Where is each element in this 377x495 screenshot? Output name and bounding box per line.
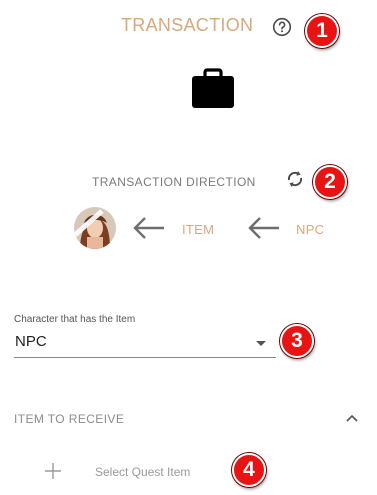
transaction-direction-label: TRANSACTION DIRECTION bbox=[92, 175, 256, 189]
select-quest-item-button[interactable]: Select Quest Item bbox=[95, 465, 190, 479]
callout-badge-2: 2 bbox=[313, 165, 347, 199]
page-title: TRANSACTION bbox=[121, 15, 254, 35]
briefcase-icon bbox=[192, 68, 234, 108]
avatar-image bbox=[74, 207, 116, 249]
plus-icon[interactable] bbox=[44, 462, 62, 480]
callout-badge-1: 1 bbox=[305, 14, 339, 48]
holder-select[interactable]: NPC bbox=[15, 333, 47, 350]
character-avatar bbox=[74, 207, 116, 249]
callout-badge-3: 3 bbox=[280, 324, 314, 358]
swap-direction-icon[interactable] bbox=[284, 168, 306, 190]
holder-field-underline bbox=[14, 357, 276, 358]
callout-badge-4: 4 bbox=[232, 453, 266, 487]
flow-item-label: ITEM bbox=[182, 222, 215, 237]
flow-npc-label: NPC bbox=[296, 222, 325, 237]
holder-field-label: Character that has the Item bbox=[14, 314, 136, 325]
chevron-up-icon[interactable] bbox=[344, 412, 360, 424]
help-icon[interactable] bbox=[272, 17, 292, 37]
dropdown-arrow-icon[interactable] bbox=[256, 341, 266, 346]
arrow-left-icon bbox=[133, 217, 164, 239]
item-to-receive-header: ITEM TO RECEIVE bbox=[14, 412, 125, 426]
arrow-left-icon bbox=[248, 217, 279, 239]
